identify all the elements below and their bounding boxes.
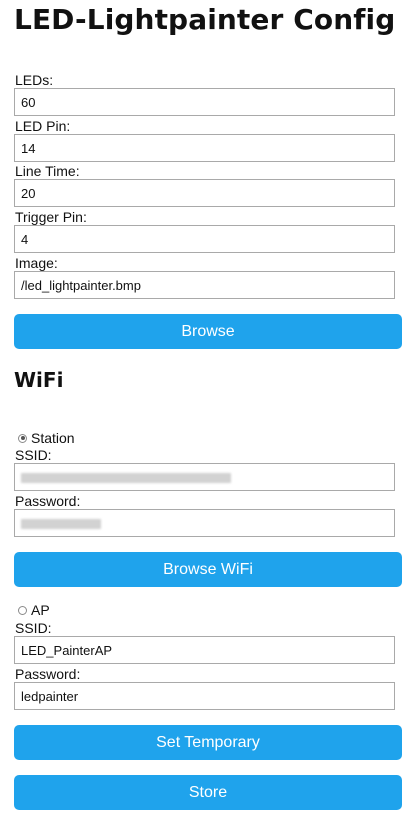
led-pin-input[interactable] xyxy=(14,134,395,162)
station-option[interactable]: Station xyxy=(18,430,75,446)
leds-input[interactable] xyxy=(14,88,395,116)
browse-wifi-button[interactable]: Browse WiFi xyxy=(14,552,402,587)
trigger-pin-label: Trigger Pin: xyxy=(15,209,87,225)
browse-button[interactable]: Browse xyxy=(14,314,402,349)
wifi-heading: WiFi xyxy=(14,368,64,392)
station-ssid-label: SSID: xyxy=(15,447,52,463)
ap-label: AP xyxy=(31,602,50,618)
image-label: Image: xyxy=(15,255,58,271)
ap-ssid-input[interactable] xyxy=(14,636,395,664)
station-ssid-input[interactable] xyxy=(14,463,395,491)
ap-password-label: Password: xyxy=(15,666,81,682)
line-time-label: Line Time: xyxy=(15,163,80,179)
ap-radio[interactable] xyxy=(18,605,27,615)
redacted-password xyxy=(21,519,101,529)
trigger-pin-input[interactable] xyxy=(14,225,395,253)
ap-ssid-label: SSID: xyxy=(15,620,52,636)
line-time-input[interactable] xyxy=(14,179,395,207)
redacted-ssid xyxy=(21,473,231,483)
image-input[interactable] xyxy=(14,271,395,299)
station-label: Station xyxy=(31,430,75,446)
store-button[interactable]: Store xyxy=(14,775,402,810)
station-radio[interactable] xyxy=(18,433,27,443)
station-password-label: Password: xyxy=(15,493,81,509)
ap-option[interactable]: AP xyxy=(18,602,50,618)
config-page: LED-Lightpainter Config LEDs: LED Pin: L… xyxy=(0,0,420,823)
page-title: LED-Lightpainter Config xyxy=(14,3,396,36)
station-password-input[interactable] xyxy=(14,509,395,537)
ap-password-input[interactable] xyxy=(14,682,395,710)
leds-label: LEDs: xyxy=(15,72,54,88)
led-pin-label: LED Pin: xyxy=(15,118,71,134)
set-temporary-button[interactable]: Set Temporary xyxy=(14,725,402,760)
